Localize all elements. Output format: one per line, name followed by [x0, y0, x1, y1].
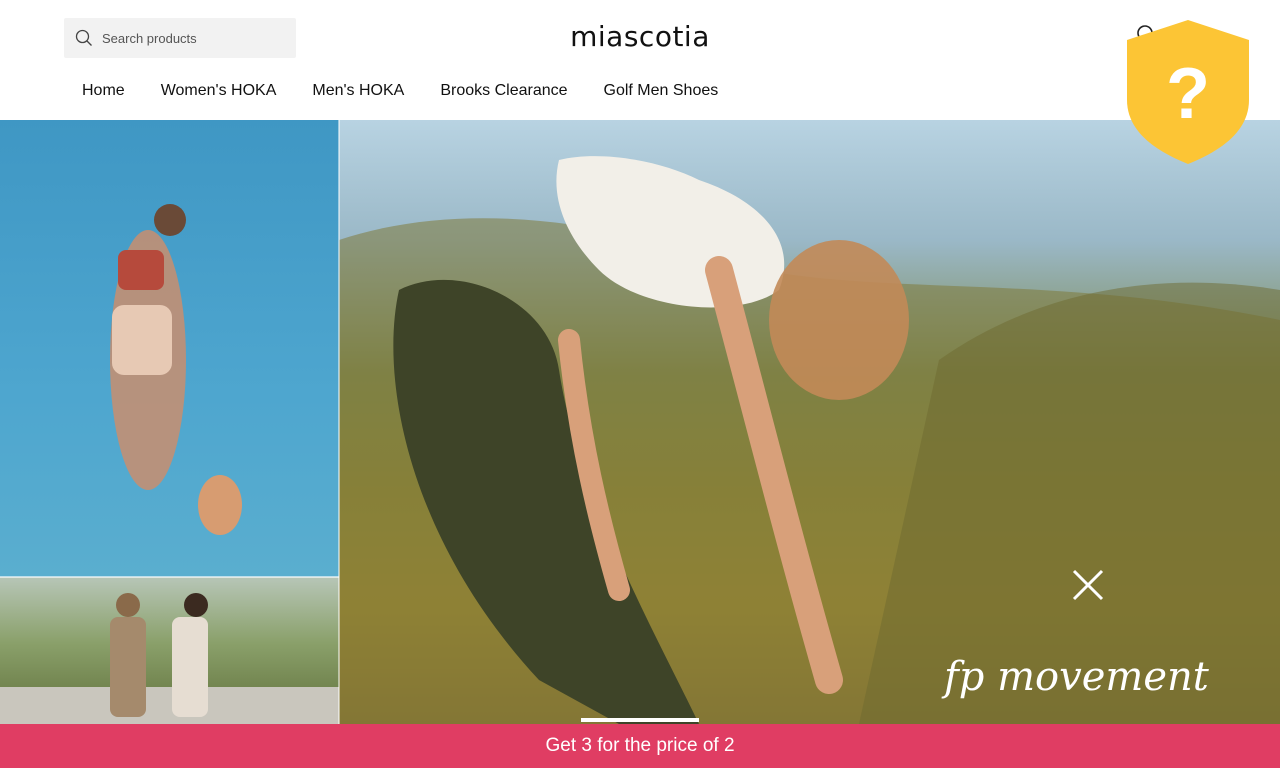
hero-image-jumping-woman	[0, 120, 339, 577]
signature-text: fp movement	[941, 654, 1210, 700]
nav-item-brooks-clearance[interactable]: Brooks Clearance	[422, 78, 585, 104]
hero-divider-vertical	[338, 120, 340, 724]
search-input[interactable]	[102, 30, 282, 46]
promo-banner[interactable]: Get 3 for the price of 2	[0, 724, 1280, 768]
main-nav: Home Women's HOKA Men's HOKA Brooks Clea…	[64, 78, 736, 104]
shield-symbol: ?	[1166, 54, 1210, 134]
nav-item-home[interactable]: Home	[64, 78, 143, 104]
site-logo[interactable]: miascotia	[570, 20, 710, 53]
hero-divider-horizontal	[0, 576, 339, 578]
fp-movement-logo: fp movement	[940, 638, 1240, 708]
nav-item-womens-hoka[interactable]: Women's HOKA	[143, 78, 295, 104]
help-shield-icon[interactable]: ?	[1125, 18, 1251, 166]
search-box[interactable]	[64, 18, 296, 58]
hero-banner[interactable]: fp movement	[0, 120, 1280, 724]
nav-item-mens-hoka[interactable]: Men's HOKA	[294, 78, 422, 104]
search-icon	[74, 28, 94, 48]
hero-image-running-women	[0, 577, 339, 724]
nav-item-golf-men-shoes[interactable]: Golf Men Shoes	[586, 78, 737, 104]
slide-indicator-active[interactable]	[581, 718, 699, 722]
close-icon[interactable]	[1068, 565, 1108, 605]
hero-image-stretching-woman	[339, 120, 1280, 724]
site-header: miascotia Home Women's HOKA Men's HOKA B…	[0, 0, 1280, 120]
promo-text: Get 3 for the price of 2	[545, 735, 735, 756]
